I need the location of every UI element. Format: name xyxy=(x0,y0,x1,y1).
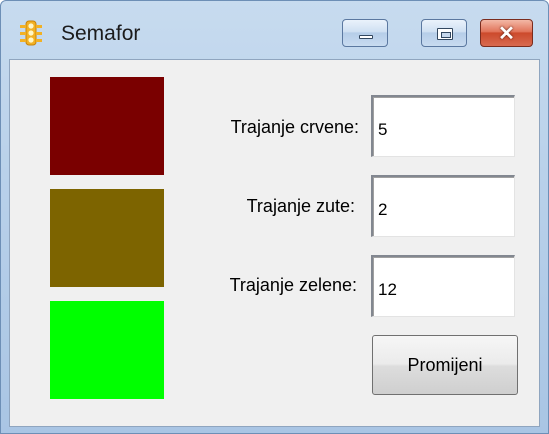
green-duration-label: Trajanje zelene: xyxy=(229,275,357,295)
apply-button[interactable]: Promijeni xyxy=(372,335,518,395)
red-duration-input[interactable] xyxy=(371,95,515,157)
minimize-icon xyxy=(359,35,373,39)
green-duration-input[interactable] xyxy=(371,255,515,317)
maximize-button[interactable] xyxy=(421,19,467,47)
maximize-icon xyxy=(437,28,453,40)
yellow-duration-label: Trajanje zute: xyxy=(246,196,355,216)
close-button[interactable]: ✕ xyxy=(480,19,533,47)
green-light xyxy=(50,301,164,399)
yellow-duration-input[interactable] xyxy=(371,175,515,237)
red-duration-label: Trajanje crvene: xyxy=(230,117,359,137)
window-title: Semafor xyxy=(61,22,141,45)
red-light xyxy=(50,77,164,175)
close-icon: ✕ xyxy=(498,22,515,45)
client-area: Trajanje crvene: Trajanje zute: Trajanje… xyxy=(9,59,540,427)
app-window: Semafor ✕ Trajanje crvene: Trajanje zute… xyxy=(0,0,549,434)
title-bar[interactable]: Semafor ✕ xyxy=(1,1,548,59)
yellow-light xyxy=(50,189,164,287)
minimize-button[interactable] xyxy=(342,19,388,47)
traffic-light-icon[interactable] xyxy=(18,20,44,46)
